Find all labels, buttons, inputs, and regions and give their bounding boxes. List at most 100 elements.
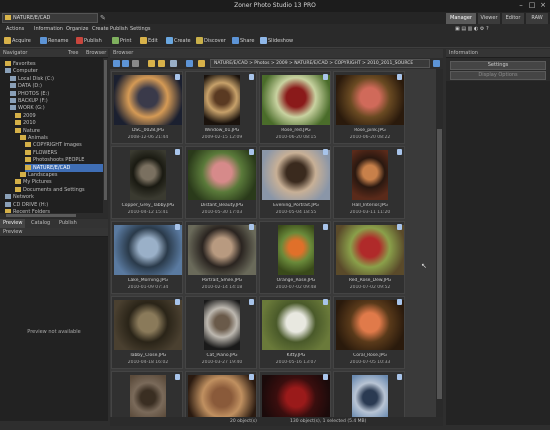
toolbar-discover-button[interactable]: Discover <box>196 37 226 46</box>
tree-item[interactable]: NATURE/E/CAD <box>25 163 103 172</box>
photo-thumbnail[interactable] <box>352 150 388 200</box>
menu-publish[interactable]: Publish <box>110 26 128 32</box>
thumbnail-item[interactable]: Copper_Grey_Tabby.JPG 2010-04-12 15:41 <box>111 146 183 219</box>
folder-tree[interactable]: Recent Folders CD DRIVE (H:) Network Docume… <box>0 58 108 218</box>
new-folder-icon[interactable] <box>158 60 165 67</box>
browser-scroll-thumb[interactable] <box>437 129 442 399</box>
tree-scroll-thumb[interactable] <box>104 60 107 200</box>
go-icon[interactable] <box>433 60 440 67</box>
tree-item[interactable]: Animals <box>20 134 103 142</box>
photo-thumbnail[interactable] <box>130 375 166 417</box>
browser-toggle[interactable]: Browser <box>86 49 106 58</box>
thumbnail-item[interactable]: Distant_Beauty.JPG 2010-05-30 17:03 <box>185 146 257 219</box>
thumbnail-item[interactable]: Dry_Earth.JPG2010-08-11 12:12 <box>111 371 183 417</box>
thumbnail-grid[interactable]: DSC_0028.JPG 2008-12-06 21:44 Window_01.JP… <box>110 69 436 417</box>
close-icon[interactable]: × <box>538 1 548 10</box>
toolbar-share-button[interactable]: Share <box>232 37 254 46</box>
photo-thumbnail[interactable] <box>188 375 256 417</box>
menu-information[interactable]: Information <box>34 26 63 32</box>
tab-raw[interactable]: RAW <box>526 13 548 24</box>
tree-item[interactable]: Nature <box>15 127 103 135</box>
tree-item[interactable]: Network <box>5 193 103 201</box>
toolbar-print-button[interactable]: Print <box>112 37 132 46</box>
address-bar[interactable]: NATURE/E/CAD > Photos > 2009 > NATURE/E/… <box>210 59 430 68</box>
menu-create[interactable]: Create <box>92 26 109 32</box>
photo-thumbnail[interactable] <box>188 225 256 275</box>
tree-item[interactable]: My Pictures <box>15 178 103 186</box>
settings-button[interactable]: Settings <box>450 61 546 70</box>
maximize-icon[interactable]: □ <box>527 1 537 10</box>
display-options-button[interactable]: Display Options <box>450 71 546 80</box>
filter-icon[interactable] <box>170 60 177 67</box>
current-path-field[interactable]: NATURE/E/CAD <box>2 13 98 23</box>
tab-editor[interactable]: Editor <box>502 13 524 24</box>
tree-hscroll-thumb[interactable] <box>6 214 76 217</box>
photo-thumbnail[interactable] <box>204 75 240 125</box>
thumbnail-item[interactable]: Rose_pink.JPG 2010-06-20 08:22 <box>333 71 405 144</box>
photo-thumbnail[interactable] <box>262 150 330 200</box>
photo-thumbnail[interactable] <box>336 300 404 350</box>
photo-thumbnail[interactable] <box>204 300 240 350</box>
thumbnail-item[interactable]: Sea_Coast.JPG2010-09-02 18:44 <box>333 371 405 417</box>
toolbar-create-button[interactable]: Create <box>166 37 191 46</box>
tree-horizontal-scrollbar[interactable] <box>0 213 103 218</box>
thumbnail-item[interactable]: Coral_Rose.JPG 2010-07-05 10:33 <box>333 296 405 369</box>
menu-actions[interactable]: Actions <box>6 26 24 32</box>
thumbnail-item[interactable]: Orange_Rose.JPG 2010-07-02 09:48 <box>259 221 331 294</box>
tree-item[interactable]: Favorites <box>5 60 103 68</box>
back-icon[interactable] <box>113 60 120 67</box>
toolbar-edit-button[interactable]: Edit <box>140 37 158 46</box>
thumbnail-item[interactable]: Evening_Portrait.JPG 2010-05-04 18:55 <box>259 146 331 219</box>
thumbnail-item[interactable]: Hall_Interior.JPG 2010-03-11 11:20 <box>333 146 405 219</box>
photo-thumbnail[interactable] <box>278 225 314 275</box>
tree-item[interactable]: CD DRIVE (H:) <box>5 201 103 209</box>
browser-scrollbar[interactable] <box>436 69 443 417</box>
thumbnail-item[interactable]: Kitty.JPG 2010-05-16 13:07 <box>259 296 331 369</box>
tab-publish[interactable]: Publish <box>56 219 80 228</box>
tab-viewer[interactable]: Viewer <box>478 13 500 24</box>
thumbnail-item[interactable]: Tabby_Close.JPG 2010-04-18 16:02 <box>111 296 183 369</box>
photo-thumbnail[interactable] <box>114 225 182 275</box>
brush-icon[interactable]: ✎ <box>100 14 108 22</box>
photo-thumbnail[interactable] <box>262 375 330 417</box>
toolbar-rename-button[interactable]: Rename <box>40 37 69 46</box>
tree-item[interactable]: PHOTOS (E:) <box>10 90 103 98</box>
thumbnail-item[interactable]: Portrait_Smile.JPG 2010-02-14 14:18 <box>185 221 257 294</box>
tree-item[interactable]: Photoshoots PEOPLE <box>25 156 103 164</box>
tree-item[interactable]: 2009 <box>15 112 103 120</box>
photo-thumbnail[interactable] <box>336 225 404 275</box>
thumbnail-item[interactable]: Window_01.JPG 2009-02-15 12:09 <box>185 71 257 144</box>
thumbnail-item[interactable]: Dark_Rose.JPG2010-07-09 08:09 <box>259 371 331 417</box>
tab-preview[interactable]: Preview <box>0 219 26 228</box>
sort-icon[interactable] <box>198 60 205 67</box>
minimize-icon[interactable]: – <box>516 1 526 10</box>
tree-item[interactable]: WORK (G:) <box>10 104 103 112</box>
tree-vertical-scrollbar[interactable] <box>103 58 108 218</box>
photo-thumbnail[interactable] <box>352 375 388 417</box>
folder-icon[interactable] <box>148 60 155 67</box>
photo-thumbnail[interactable] <box>336 75 404 125</box>
thumbnail-item[interactable]: Rose_red.JPG 2010-06-20 08:15 <box>259 71 331 144</box>
view-mode-icon[interactable] <box>186 60 193 67</box>
up-icon[interactable] <box>132 60 139 67</box>
tree-item[interactable]: Local Disk (C:) <box>10 75 103 83</box>
tree-item[interactable]: COPYRIGHT images <box>25 141 103 149</box>
thumbnail-item[interactable]: Lake_Morning.JPG 2010-01-09 07:34 <box>111 221 183 294</box>
thumbnail-item[interactable]: Red_Rose_Dew.JPG 2010-07-02 09:52 <box>333 221 405 294</box>
forward-icon[interactable] <box>122 60 129 67</box>
photo-thumbnail[interactable] <box>188 150 256 200</box>
photo-thumbnail[interactable] <box>114 300 182 350</box>
thumbnail-item[interactable]: Chair_Interior.JPG2010-08-19 15:26 <box>185 371 257 417</box>
tree-item[interactable]: BACKUP (F:) <box>10 97 103 105</box>
thumbnail-item[interactable]: DSC_0028.JPG 2008-12-06 21:44 <box>111 71 183 144</box>
toolbar-acquire-button[interactable]: Acquire <box>4 37 31 46</box>
tree-item[interactable]: Computer <box>5 67 103 75</box>
toolbar-publish-button[interactable]: Publish <box>76 37 102 46</box>
thumbnail-item[interactable]: Cat_Piano.JPG 2010-03-27 19:40 <box>185 296 257 369</box>
photo-thumbnail[interactable] <box>262 300 330 350</box>
tree-item[interactable]: Documents and Settings <box>15 186 103 194</box>
tree-item[interactable]: 2010 <box>15 119 103 127</box>
toolbar-slideshow-button[interactable]: Slideshow <box>260 37 293 46</box>
photo-thumbnail[interactable] <box>130 150 166 200</box>
menu-settings[interactable]: Settings <box>130 26 151 32</box>
